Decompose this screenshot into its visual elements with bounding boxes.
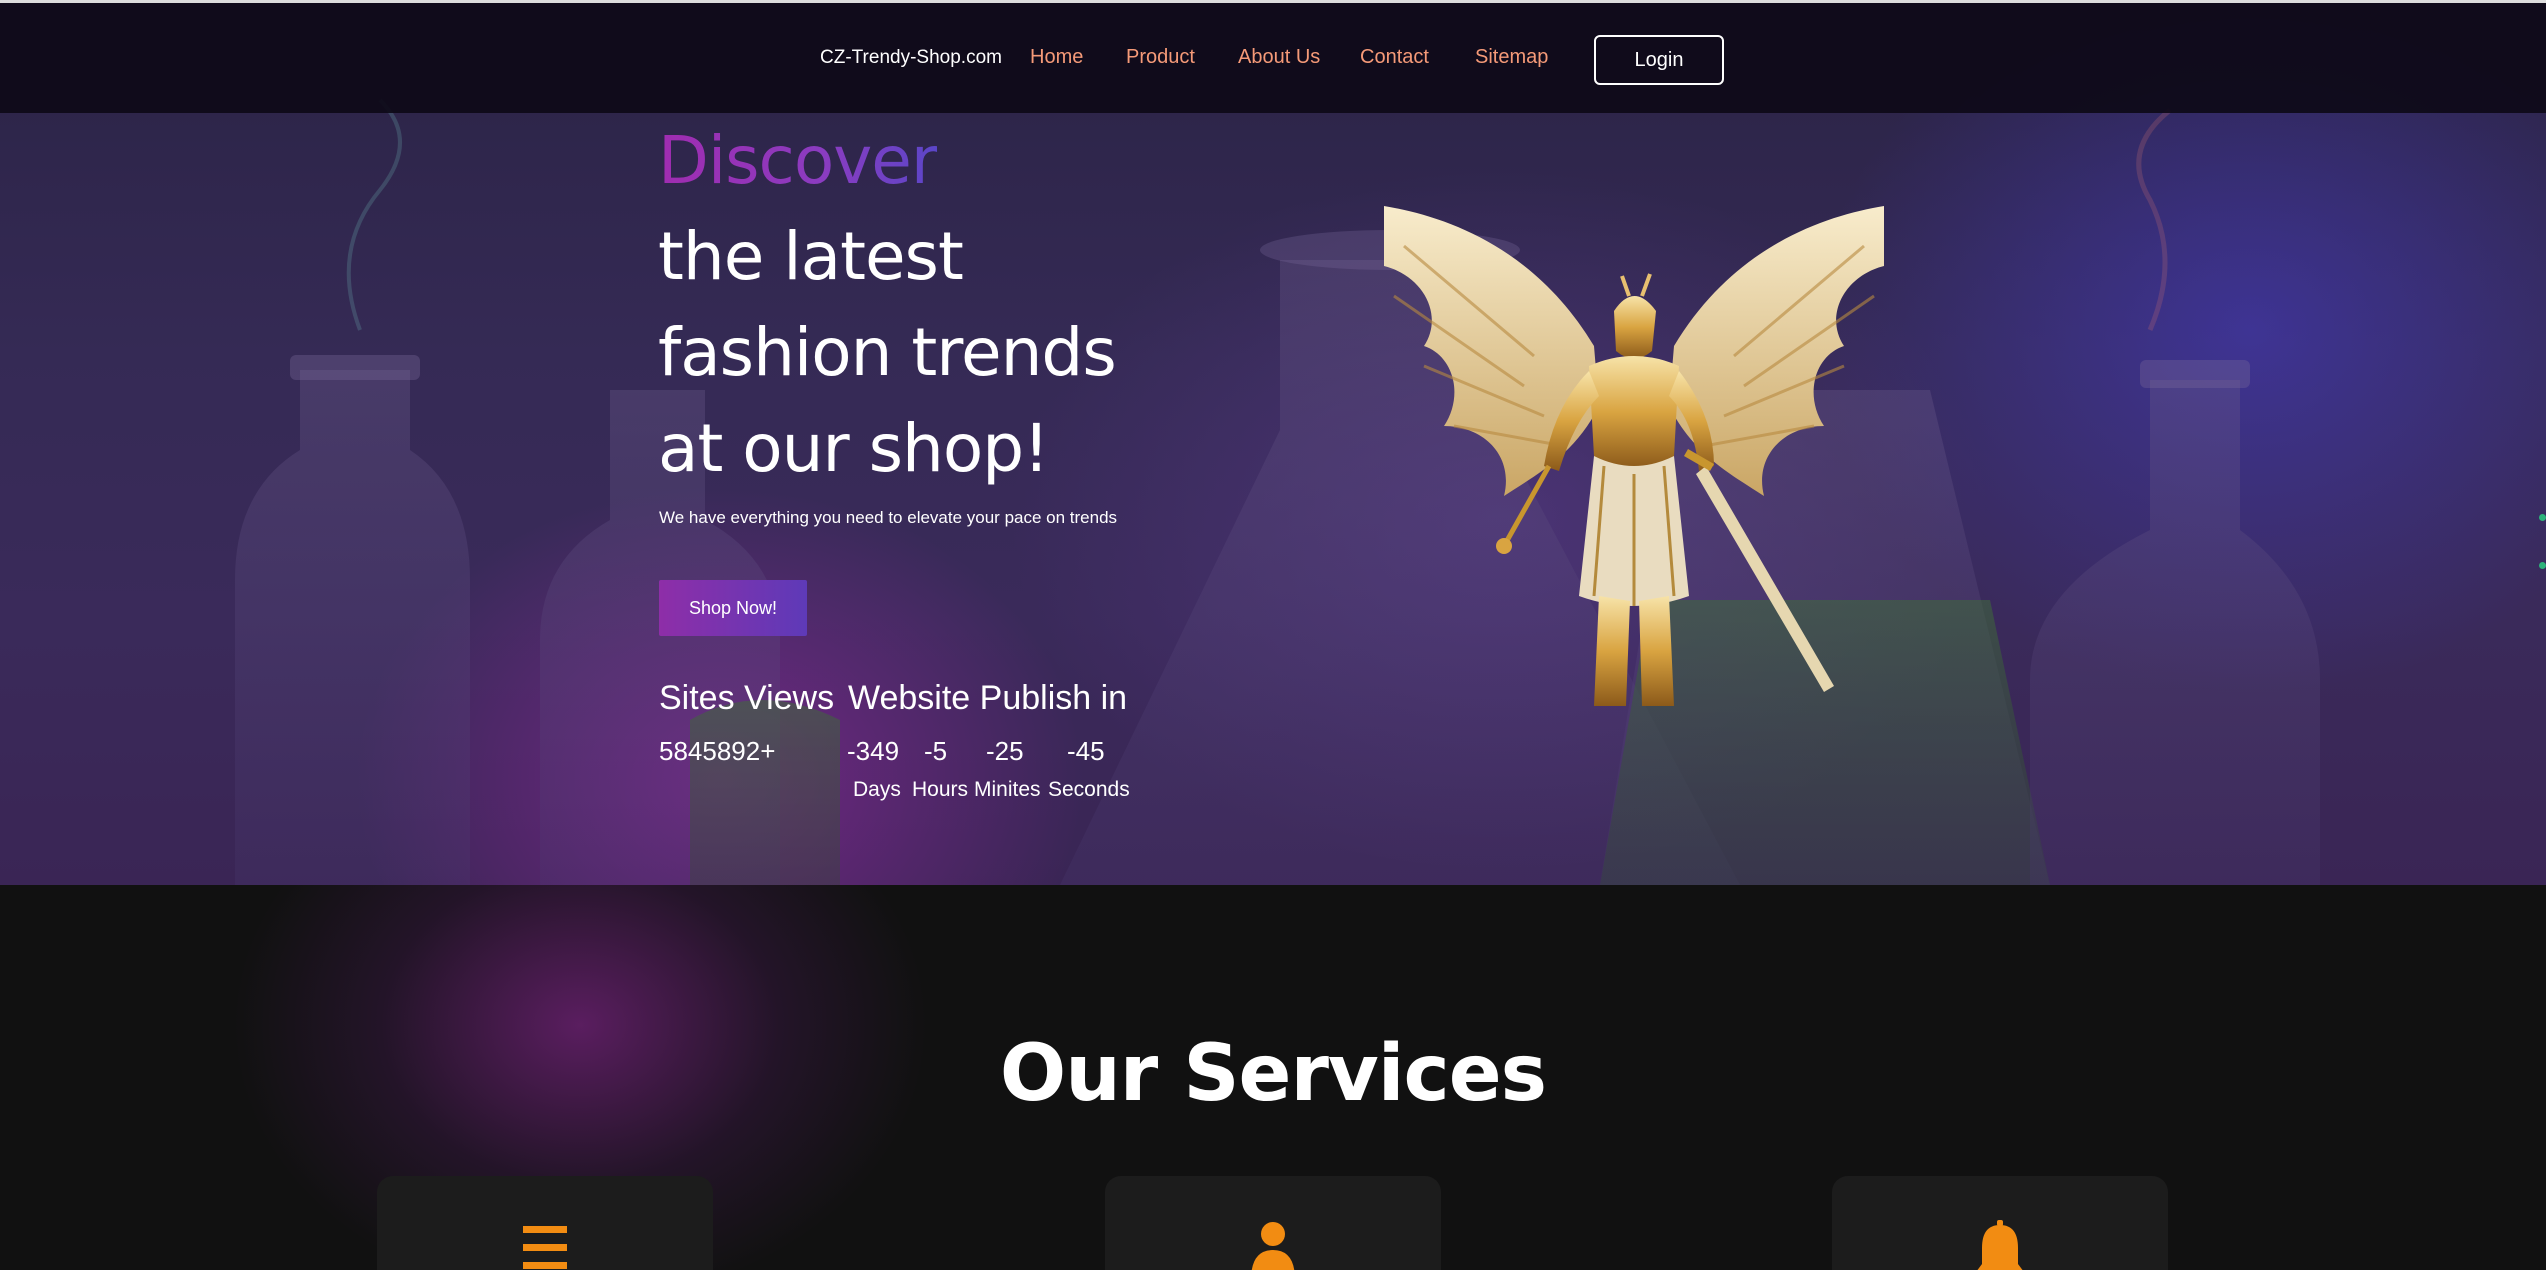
- site-views-value: 5845892+: [659, 736, 776, 766]
- countdown-minutes-label: Minites: [974, 778, 1041, 801]
- brand-logo-link[interactable]: CZ-Trendy-Shop.com: [820, 47, 1002, 69]
- shop-now-button[interactable]: Shop Now!: [659, 580, 807, 636]
- service-card-1[interactable]: [377, 1176, 713, 1270]
- headline-line-3: at our shop!: [658, 410, 1050, 487]
- headline-line-1: the latest: [658, 218, 964, 295]
- services-title: Our Services: [999, 1029, 1547, 1119]
- edge-indicator-dot: [2539, 514, 2546, 521]
- hero-subtitle: We have everything you need to elevate y…: [659, 508, 1118, 527]
- background-bottles-illustration: [235, 98, 2320, 885]
- countdown-minutes-value: -25: [986, 736, 1024, 766]
- nav-link-home[interactable]: Home: [1030, 46, 1083, 69]
- nav-link-product[interactable]: Product: [1126, 46, 1195, 69]
- nav-link-contact[interactable]: Contact: [1360, 46, 1429, 69]
- publish-countdown-heading: Website Publish in: [848, 679, 1128, 717]
- nav-link-sitemap[interactable]: Sitemap: [1475, 46, 1548, 69]
- countdown-hours-label: Hours: [912, 778, 969, 801]
- top-navbar: CZ-Trendy-Shop.com Home Product About Us…: [0, 0, 2546, 113]
- hero-section: Discover the latest fashion trends at ou…: [0, 0, 2546, 885]
- user-icon: [1251, 1222, 1295, 1270]
- countdown-seconds-label: Seconds: [1048, 778, 1130, 801]
- site-views-heading: Sites Views: [659, 679, 835, 717]
- edge-indicator-dot: [2539, 562, 2546, 569]
- service-card-3[interactable]: [1832, 1176, 2168, 1270]
- countdown-hours-value: -5: [924, 736, 948, 766]
- headline-line-2: fashion trends: [658, 314, 1117, 391]
- nav-link-about-us[interactable]: About Us: [1238, 46, 1320, 69]
- headline-accent: Discover: [658, 122, 938, 199]
- countdown-seconds-value: -45: [1067, 736, 1105, 766]
- services-section: Our Services: [0, 885, 2546, 1270]
- bell-icon: [1977, 1220, 2023, 1270]
- service-card-2[interactable]: [1105, 1176, 1441, 1270]
- countdown-days-label: Days: [853, 778, 901, 801]
- menu-icon: [523, 1226, 567, 1269]
- countdown-days-value: -349: [847, 736, 900, 766]
- golden-angel-warrior-image: [1384, 206, 1884, 706]
- login-button[interactable]: Login: [1594, 35, 1724, 85]
